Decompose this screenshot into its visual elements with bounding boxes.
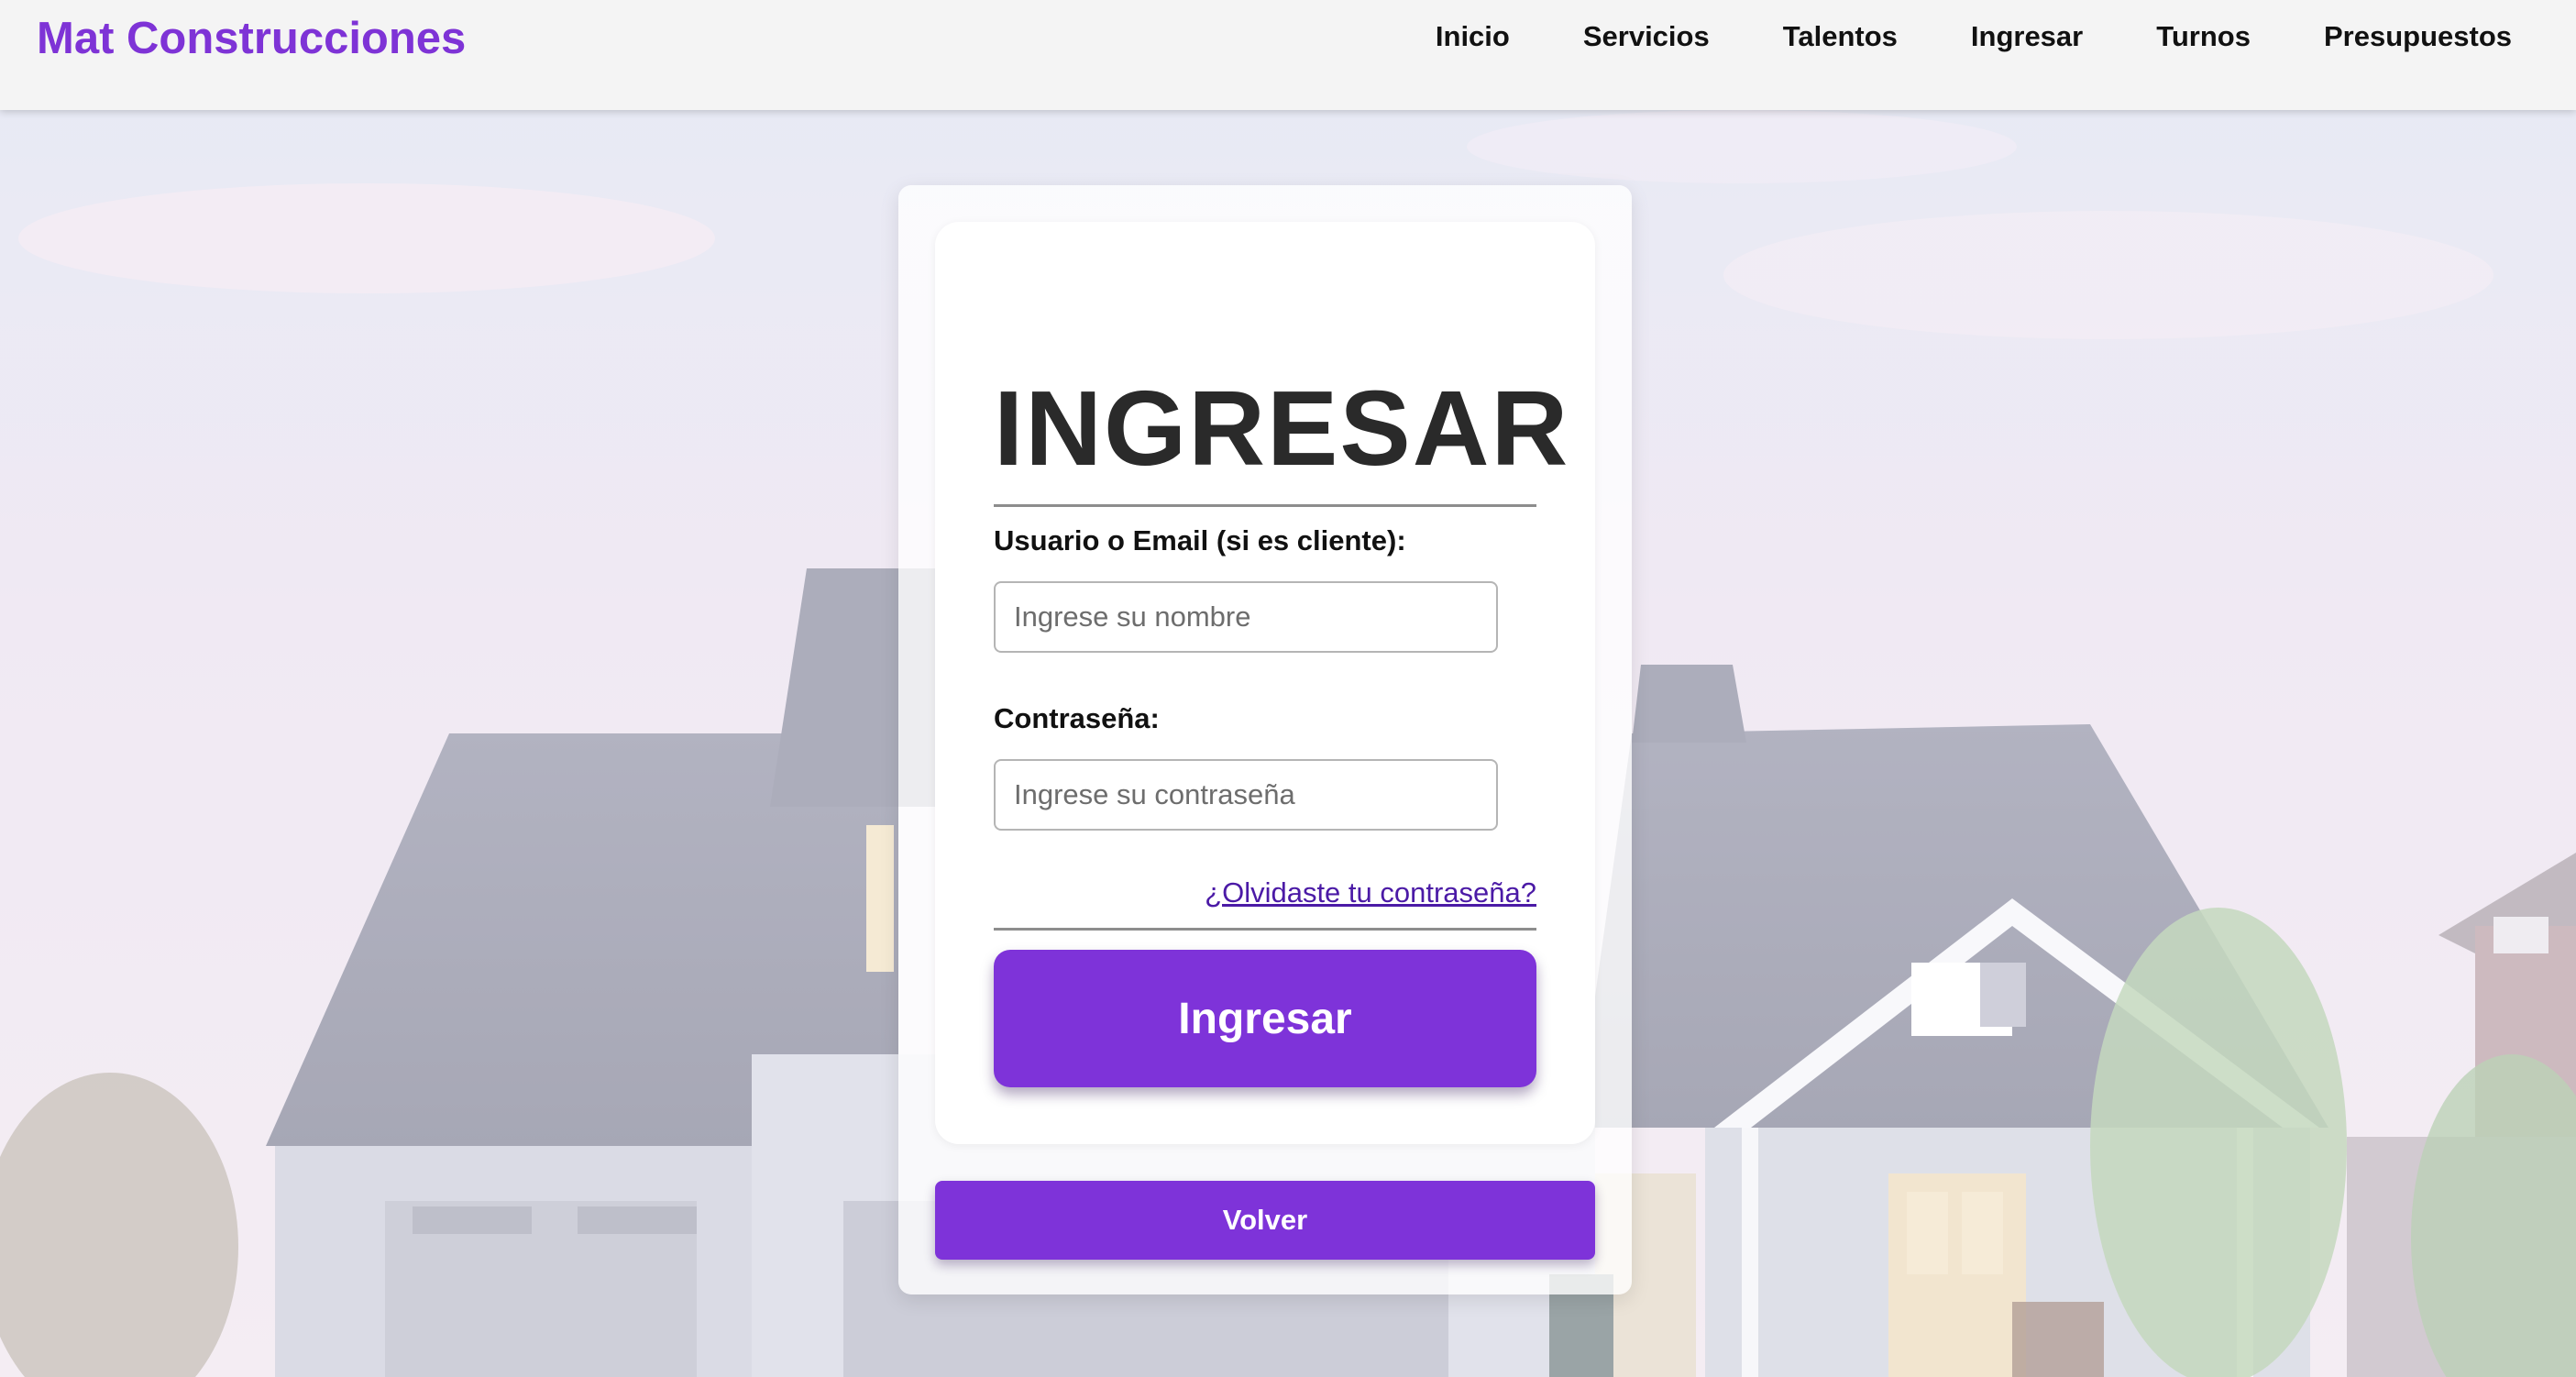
nav-item-turnos[interactable]: Turnos [2156,20,2251,53]
brand-logo-text[interactable]: Mat Construcciones [37,7,466,70]
main-nav: Inicio Servicios Talentos Ingresar Turno… [1362,11,2512,62]
title-divider [994,504,1536,507]
username-input[interactable] [994,581,1498,653]
nav-item-ingresar[interactable]: Ingresar [1971,20,2083,53]
login-panel: INGRESAR Usuario o Email (si es cliente)… [898,185,1632,1294]
login-form: INGRESAR Usuario o Email (si es cliente)… [935,222,1595,1144]
nav-item-servicios[interactable]: Servicios [1583,20,1710,53]
nav-item-presupuestos[interactable]: Presupuestos [2324,20,2512,53]
login-submit-button[interactable]: Ingresar [994,950,1536,1087]
forgot-password-link[interactable]: ¿Olvidaste tu contraseña? [1205,876,1536,909]
password-input[interactable] [994,759,1498,831]
form-divider [994,928,1536,931]
username-label: Usuario o Email (si es cliente): [994,524,1406,556]
back-button[interactable]: Volver [935,1181,1595,1260]
nav-item-talentos[interactable]: Talentos [1783,20,1898,53]
nav-item-inicio[interactable]: Inicio [1436,20,1510,53]
login-title: INGRESAR [994,369,1570,488]
top-navbar: Mat Construcciones Inicio Servicios Tale… [0,0,2576,110]
password-label: Contraseña: [994,702,1160,734]
